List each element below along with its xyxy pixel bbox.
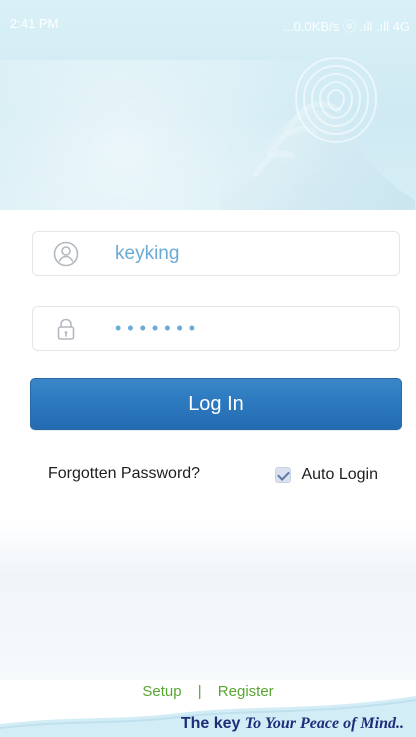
tagline-prefix: The key bbox=[180, 715, 241, 732]
fingerprint-icon bbox=[294, 57, 378, 143]
status-bar: 2:41 PM ...0.0KB/s ⓞ .ıll .ıll 4G bbox=[0, 0, 416, 40]
auto-login-label: Auto Login bbox=[301, 466, 378, 483]
status-time: 2:41 PM bbox=[10, 16, 59, 31]
password-input[interactable] bbox=[115, 307, 385, 350]
tagline: The key To Your Peace of Mind.. bbox=[0, 715, 416, 733]
username-input[interactable] bbox=[115, 232, 385, 275]
lock-icon bbox=[57, 318, 75, 340]
user-icon bbox=[53, 241, 79, 267]
tagline-italic: To Your Peace of Mind.. bbox=[244, 715, 404, 732]
header-hero: 2:41 PM ...0.0KB/s ⓞ .ıll .ıll 4G bbox=[0, 0, 416, 210]
forgotten-password-link[interactable]: Forgotten Password? bbox=[48, 465, 200, 483]
login-button[interactable]: Log In bbox=[30, 378, 402, 430]
bottom-background bbox=[0, 520, 416, 680]
checkbox-icon[interactable] bbox=[275, 467, 292, 483]
status-indicators: ...0.0KB/s ⓞ .ıll .ıll 4G bbox=[282, 19, 410, 34]
auto-login-toggle[interactable]: Auto Login bbox=[275, 463, 378, 487]
password-field bbox=[32, 306, 400, 351]
username-field bbox=[32, 231, 400, 276]
